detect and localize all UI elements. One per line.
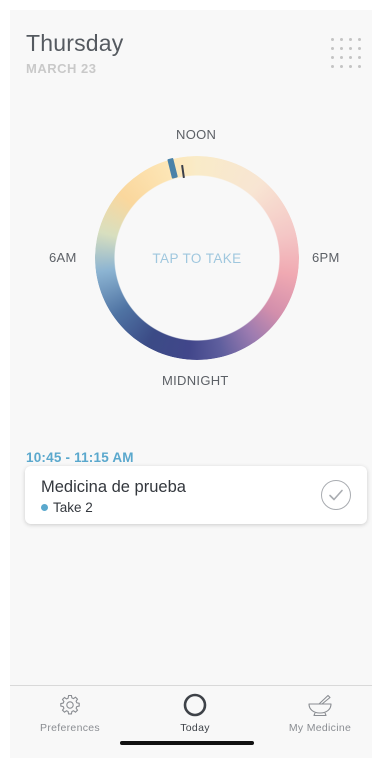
checkmark-icon: [329, 489, 343, 501]
tab-label-my-medicine: My Medicine: [288, 722, 352, 734]
grid-menu-button[interactable]: [331, 38, 361, 68]
dose-card[interactable]: Medicina de prueba Take 2: [25, 466, 367, 524]
take-row: Take 2: [41, 500, 93, 515]
dose-time-range: 10:45 - 11:15 AM: [26, 450, 134, 465]
tap-to-take-button[interactable]: TAP TO TAKE: [116, 177, 278, 339]
tab-today[interactable]: Today: [145, 686, 245, 746]
tab-my-medicine[interactable]: My Medicine: [268, 686, 372, 746]
tab-label-preferences: Preferences: [40, 722, 100, 734]
home-indicator: [120, 741, 254, 745]
page-date: MARCH 23: [26, 61, 97, 76]
page-title: Thursday: [26, 30, 124, 56]
take-dot: [41, 504, 48, 511]
medicine-name: Medicina de prueba: [41, 478, 186, 496]
dose-clock: TAP TO TAKE: [95, 156, 299, 360]
tab-bar: Preferences Today My Medicine: [10, 685, 372, 758]
gear-icon: [60, 694, 80, 715]
clock-label-noon: NOON: [176, 127, 217, 142]
mortar-pestle-icon: [308, 694, 332, 717]
tab-label-today: Today: [180, 722, 210, 734]
clock-label-midnight: MIDNIGHT: [162, 373, 229, 388]
today-screen: Thursday MARCH 23 NOON 6PM MIDNIGHT 6AM …: [10, 10, 372, 758]
circle-icon: [183, 693, 207, 717]
tap-to-take-label: TAP TO TAKE: [152, 250, 242, 266]
take-label: Take 2: [53, 500, 93, 515]
clock-label-6pm: 6PM: [312, 250, 340, 265]
take-check-button[interactable]: [321, 480, 351, 510]
tab-preferences[interactable]: Preferences: [20, 686, 120, 746]
clock-label-6am: 6AM: [49, 250, 77, 265]
